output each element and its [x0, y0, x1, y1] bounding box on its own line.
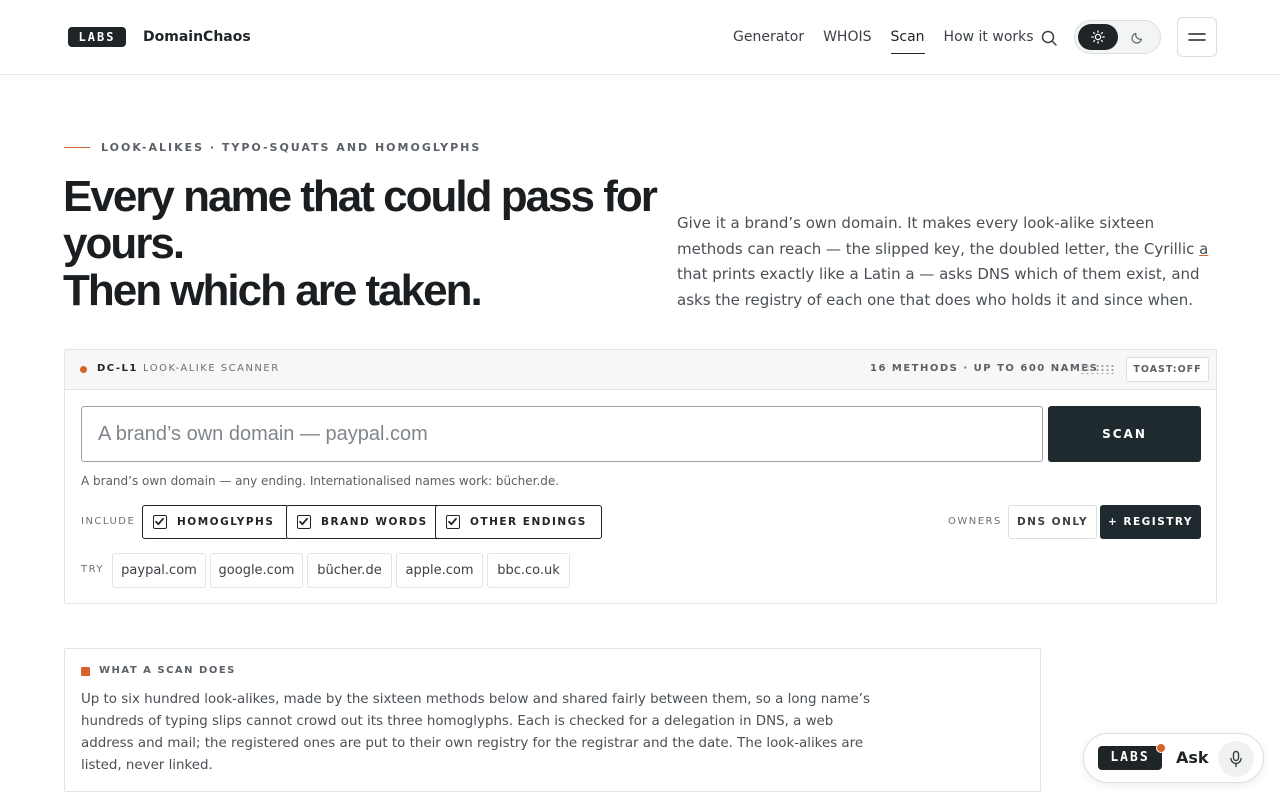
nav-whois[interactable]: WHOIS: [823, 27, 871, 54]
top-bar: LABS DomainChaos Generator WHOIS Scan Ho…: [0, 0, 1280, 75]
drag-handle-icon[interactable]: [1080, 364, 1114, 374]
eyebrow-text: LOOK-ALIKES · TYPO-SQUATS AND HOMOGLYPHS: [101, 141, 482, 154]
hero-eyebrow: LOOK-ALIKES · TYPO-SQUATS AND HOMOGLYPHS: [64, 141, 481, 154]
moon-icon[interactable]: [1118, 24, 1158, 50]
include-homoglyphs-checkbox[interactable]: HOMOGLYPHS: [142, 505, 290, 539]
intro-text-2: that prints exactly like a Latin a — ask…: [677, 265, 1200, 309]
brand-name[interactable]: DomainChaos: [143, 27, 251, 47]
scanner-id: DC-L1: [97, 363, 138, 374]
try-example-google[interactable]: google.com: [210, 553, 303, 588]
microphone-icon[interactable]: [1218, 741, 1254, 777]
ask-label: Ask: [1176, 748, 1209, 767]
intro-cyrillic-letter: а: [1199, 239, 1209, 258]
try-label: TRY: [81, 564, 105, 575]
headline-line-1: Every name that could pass for: [63, 172, 658, 221]
domain-input[interactable]: [81, 406, 1043, 462]
hamburger-icon[interactable]: [1177, 17, 1217, 57]
include-other-endings-checkbox[interactable]: OTHER ENDINGS: [435, 505, 602, 539]
input-hint: A brand’s own domain — any ending. Inter…: [81, 474, 560, 488]
eyebrow-rule: [64, 147, 90, 148]
owners-dns-only-button[interactable]: DNS ONLY: [1008, 505, 1097, 539]
scanner-meta: 16 METHODS · UP TO 600 NAMES: [870, 363, 1099, 374]
nav-how-it-works[interactable]: How it works: [944, 27, 1034, 54]
include-other-endings-label: OTHER ENDINGS: [470, 516, 587, 528]
checkbox-checked-icon: [297, 515, 311, 529]
hero-intro: Give it a brand’s own domain. It makes e…: [677, 211, 1217, 313]
try-example-bbc[interactable]: bbc.co.uk: [487, 553, 570, 588]
section-marker: [81, 667, 90, 676]
owners-registry-button[interactable]: + REGISTRY: [1100, 505, 1201, 539]
checkbox-checked-icon: [446, 515, 460, 529]
notification-dot: [1156, 743, 1166, 753]
ask-labs-logo: LABS: [1098, 746, 1162, 770]
scan-button[interactable]: SCAN: [1048, 406, 1201, 462]
what-a-scan-does-card: WHAT A SCAN DOES Up to six hundred look-…: [64, 648, 1041, 792]
checkbox-checked-icon: [153, 515, 167, 529]
info-title: WHAT A SCAN DOES: [99, 665, 236, 676]
try-example-paypal[interactable]: paypal.com: [112, 553, 206, 588]
ask-widget[interactable]: LABS Ask: [1083, 733, 1264, 783]
try-example-apple[interactable]: apple.com: [396, 553, 483, 588]
status-dot: [80, 366, 87, 373]
sun-icon[interactable]: [1078, 24, 1118, 50]
owners-label: OWNERS: [948, 516, 1002, 527]
info-body: Up to six hundred look-alikes, made by t…: [81, 692, 871, 773]
nav-generator[interactable]: Generator: [733, 27, 804, 54]
main-nav: Generator WHOIS Scan How it works: [733, 27, 1053, 54]
try-example-bucher[interactable]: bücher.de: [307, 553, 392, 588]
labs-logo[interactable]: LABS: [68, 27, 126, 47]
include-brand-words-checkbox[interactable]: BRAND WORDS: [286, 505, 443, 539]
page-title: Every name that could pass for yours. Th…: [63, 173, 663, 314]
scanner-panel: DC-L1 LOOK-ALIKE SCANNER 16 METHODS · UP…: [64, 349, 1217, 604]
include-brand-words-label: BRAND WORDS: [321, 516, 428, 528]
headline-line-2: yours.: [63, 219, 185, 268]
scanner-panel-header: DC-L1 LOOK-ALIKE SCANNER 16 METHODS · UP…: [65, 350, 1216, 390]
toast-toggle[interactable]: TOAST:OFF: [1126, 357, 1209, 382]
headline-line-3: Then which are taken.: [63, 266, 483, 315]
include-homoglyphs-label: HOMOGLYPHS: [177, 516, 275, 528]
include-label: INCLUDE: [81, 516, 136, 527]
search-icon[interactable]: [1039, 28, 1059, 48]
scanner-title: LOOK-ALIKE SCANNER: [143, 363, 280, 374]
intro-text-1: Give it a brand’s own domain. It makes e…: [677, 214, 1200, 258]
theme-toggle[interactable]: [1074, 20, 1161, 54]
nav-scan[interactable]: Scan: [890, 27, 925, 54]
